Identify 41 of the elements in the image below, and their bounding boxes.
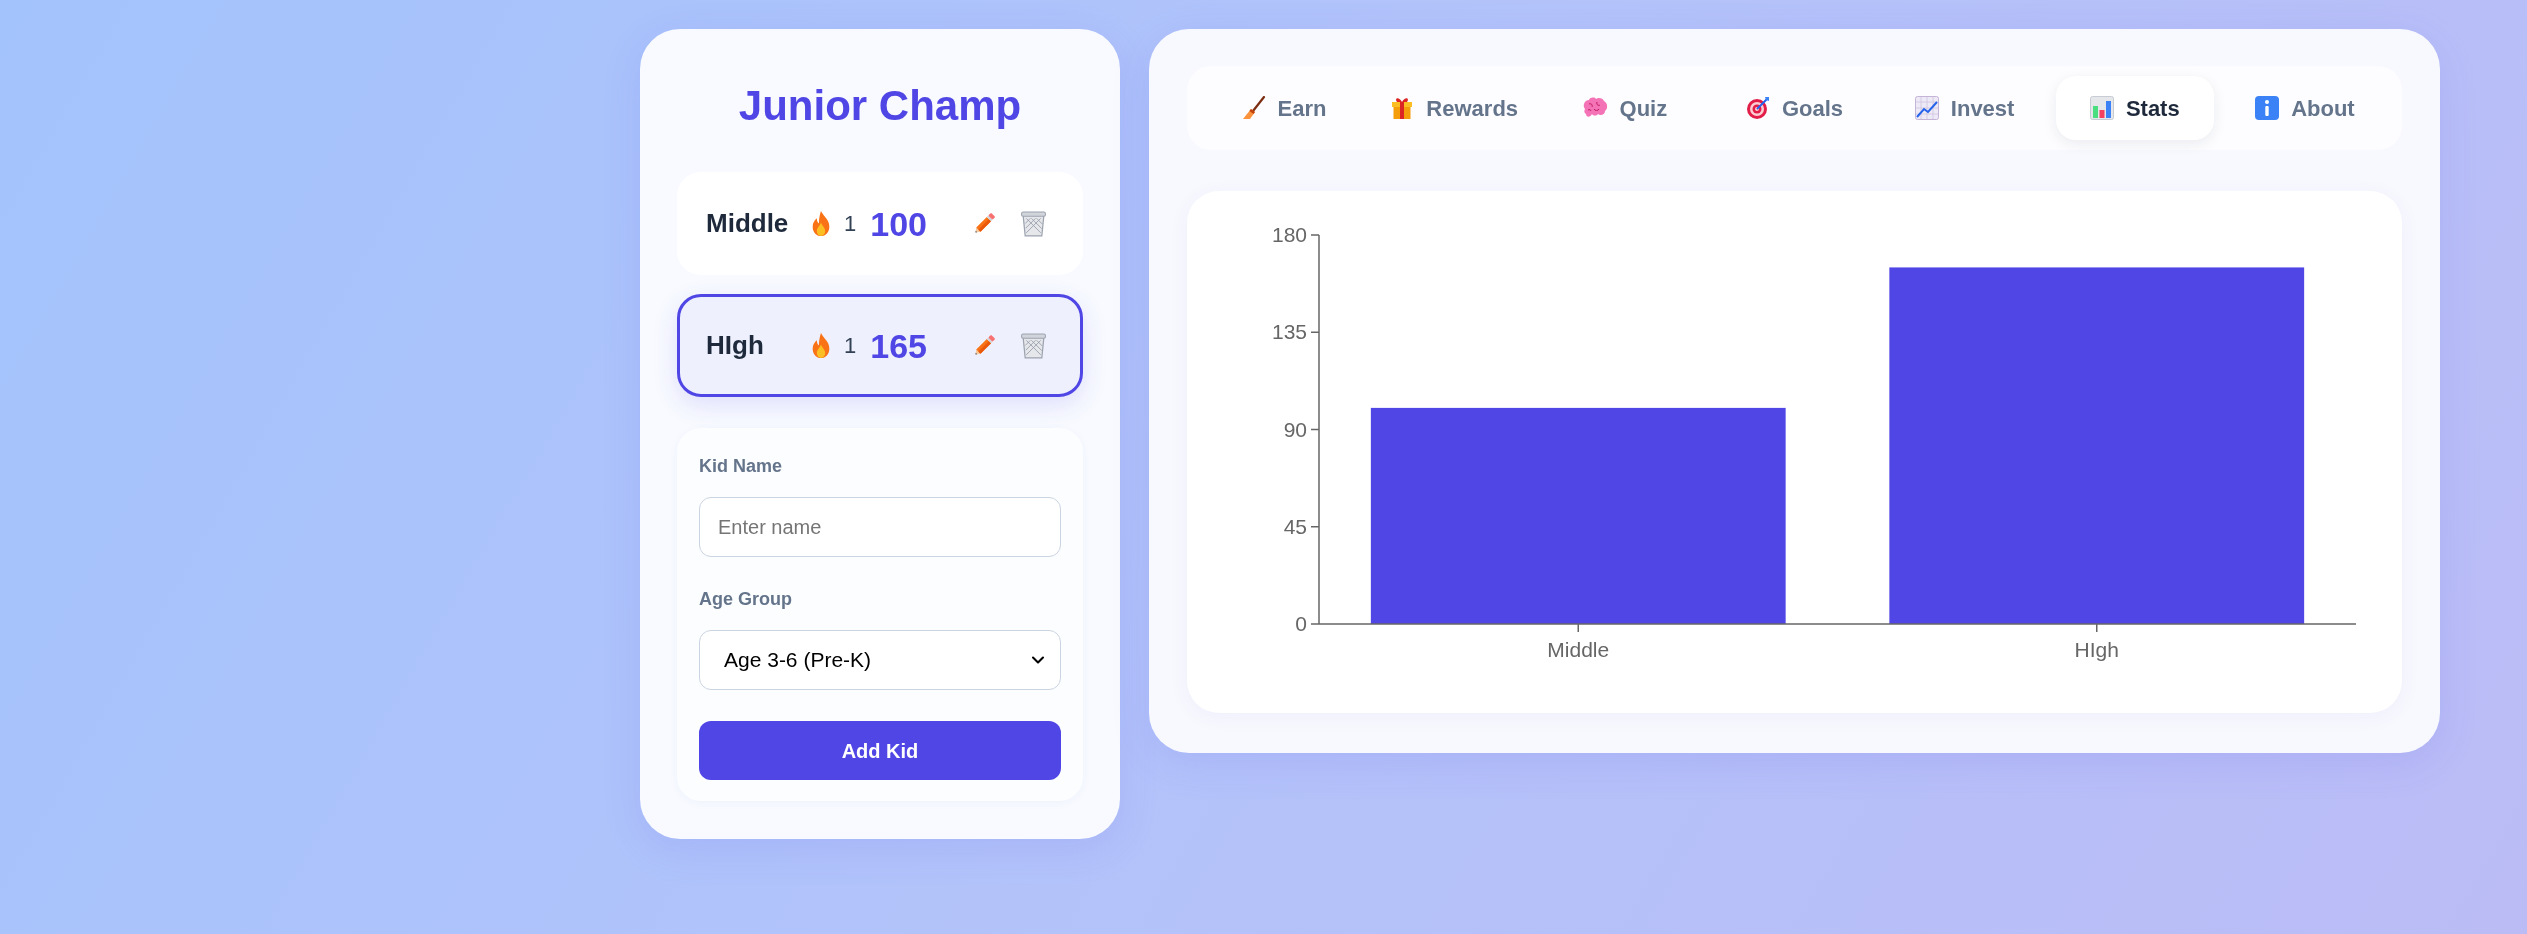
- trash-icon: [1020, 332, 1047, 359]
- tab[interactable]: Stats: [2055, 76, 2214, 140]
- line-chart-icon: [1914, 96, 1939, 120]
- kid-name: Middle: [706, 207, 789, 240]
- y-tick-label: 90: [1283, 417, 1307, 441]
- field-label: Kid Name: [699, 455, 783, 478]
- x-tick-label: HIgh: [2074, 638, 2119, 661]
- info-icon: [2255, 96, 2280, 120]
- streak-count: 1: [844, 210, 857, 238]
- points-value: 165: [870, 328, 927, 363]
- tab[interactable]: Rewards: [1375, 76, 1534, 140]
- app-title: Junior Champ: [737, 81, 1023, 131]
- delete-button[interactable]: [1020, 332, 1047, 359]
- bar-chart-icon: [2089, 96, 2114, 120]
- tab[interactable]: Earn: [1205, 76, 1364, 140]
- add-kid-button[interactable]: Add Kid: [699, 721, 1061, 780]
- trash-icon: [1020, 210, 1047, 237]
- broom-icon: [1241, 96, 1266, 120]
- brain-icon: [1581, 97, 1608, 119]
- tab[interactable]: About: [2225, 76, 2384, 140]
- y-tick-label: 135: [1271, 320, 1307, 344]
- field-label: Age Group: [699, 588, 792, 611]
- target-icon: [1745, 96, 1770, 120]
- y-tick-label: 180: [1271, 223, 1307, 246]
- age-select[interactable]: Age 3-6 (Pre-K): [699, 630, 1061, 690]
- x-tick-label: Middle: [1547, 638, 1610, 661]
- tab[interactable]: Quiz: [1545, 76, 1704, 140]
- y-tick-label: 0: [1295, 612, 1307, 635]
- flame-icon: [812, 211, 830, 236]
- flame-icon: [812, 333, 830, 358]
- delete-button[interactable]: [1020, 210, 1047, 237]
- gift-icon: [1390, 96, 1415, 120]
- tab[interactable]: Goals: [1715, 76, 1874, 140]
- streak-count: 1: [844, 332, 857, 360]
- y-tick-label: 45: [1283, 514, 1307, 538]
- name-input[interactable]: Enter name: [699, 497, 1061, 557]
- kid-card[interactable]: HIgh 1 165: [677, 294, 1083, 397]
- points-value: 100: [870, 206, 927, 241]
- tab[interactable]: Invest: [1885, 76, 2044, 140]
- kid-card[interactable]: Middle 1 100: [677, 172, 1083, 275]
- kid-name: HIgh: [706, 329, 764, 362]
